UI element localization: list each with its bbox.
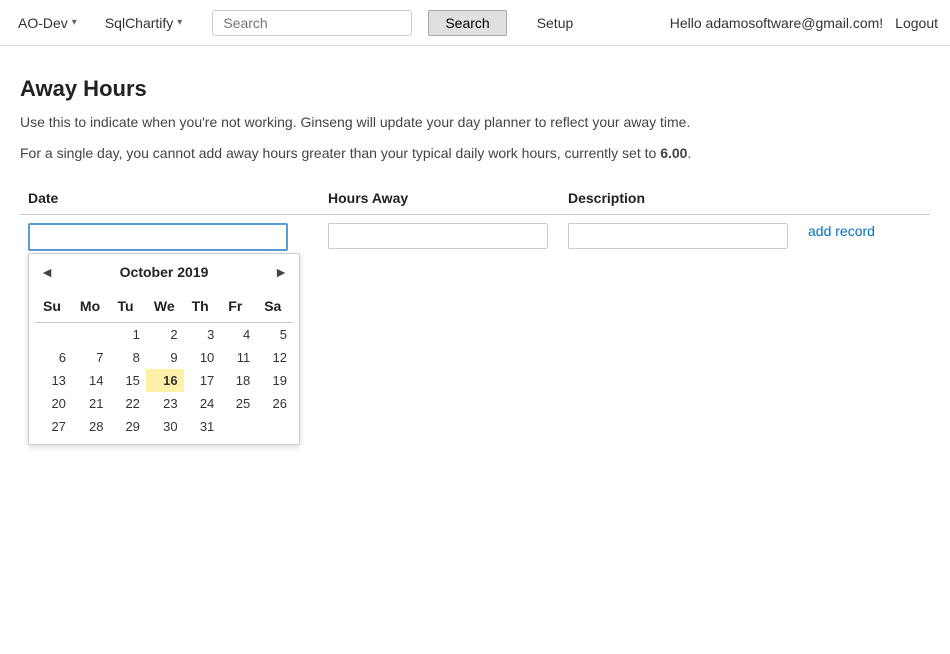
calendar-day-cell[interactable]: 14 <box>72 369 110 392</box>
col-header-desc: Description <box>560 184 800 215</box>
calendar-day-cell[interactable]: 31 <box>184 415 221 438</box>
calendar-day-header: Sa <box>256 292 293 323</box>
calendar-day-header: Mo <box>72 292 110 323</box>
calendar-day-cell[interactable]: 17 <box>184 369 221 392</box>
calendar-day-cell[interactable]: 21 <box>72 392 110 415</box>
calendar-day-cell[interactable]: 4 <box>220 323 256 347</box>
calendar-day-header: Th <box>184 292 221 323</box>
nav-brand-aodev-label: AO-Dev <box>18 15 68 31</box>
aodev-chevron-icon: ▾ <box>72 17 77 28</box>
calendar-day-header: Tu <box>109 292 145 323</box>
calendar-grid: SuMoTuWeThFrSa 1234567891011121314151617… <box>35 292 293 438</box>
calendar-day-cell[interactable]: 12 <box>256 346 293 369</box>
calendar-day-cell[interactable]: 30 <box>146 415 184 438</box>
calendar-day-header: Su <box>35 292 72 323</box>
calendar-days-header: SuMoTuWeThFrSa <box>35 292 293 323</box>
page-note-suffix: . <box>687 145 691 161</box>
calendar-week-row: 13141516171819 <box>35 369 293 392</box>
calendar-day-cell[interactable]: 15 <box>109 369 145 392</box>
calendar-day-cell[interactable]: 19 <box>256 369 293 392</box>
page-description: Use this to indicate when you're not wor… <box>20 112 930 133</box>
calendar-day-cell[interactable]: 5 <box>256 323 293 347</box>
nav-brand: AO-Dev ▾ SqlChartify ▾ Search Setup <box>12 10 579 36</box>
page-note-prefix: For a single day, you cannot add away ho… <box>20 145 660 161</box>
desc-cell <box>560 215 800 260</box>
calendar-month-year: October 2019 <box>120 264 209 280</box>
calendar-day-cell[interactable]: 10 <box>184 346 221 369</box>
col-header-action <box>800 184 930 215</box>
search-input[interactable] <box>212 10 412 36</box>
calendar-week-row: 12345 <box>35 323 293 347</box>
calendar-day-cell[interactable]: 7 <box>72 346 110 369</box>
calendar-day-cell[interactable]: 16 <box>146 369 184 392</box>
calendar-day-cell[interactable]: 9 <box>146 346 184 369</box>
calendar-day-cell[interactable]: 28 <box>72 415 110 438</box>
calendar-body: 1234567891011121314151617181920212223242… <box>35 323 293 439</box>
nav-brand-aodev[interactable]: AO-Dev ▾ <box>12 11 83 35</box>
calendar-day-cell[interactable]: 20 <box>35 392 72 415</box>
add-record-cell: add record <box>800 215 930 260</box>
nav-brand-sqlchartify[interactable]: SqlChartify ▾ <box>99 11 189 35</box>
calendar-day-header: We <box>146 292 184 323</box>
calendar-day-cell[interactable]: 3 <box>184 323 221 347</box>
calendar-prev-button[interactable]: ◄ <box>35 260 59 284</box>
col-header-date: Date <box>20 184 320 215</box>
page-note-value: 6.00 <box>660 145 687 161</box>
add-record-link[interactable]: add record <box>808 223 875 239</box>
calendar-week-row: 20212223242526 <box>35 392 293 415</box>
calendar-day-cell <box>220 415 256 438</box>
search-button[interactable]: Search <box>428 10 506 36</box>
date-field[interactable] <box>28 223 288 251</box>
calendar-header: ◄ October 2019 ► <box>35 260 293 284</box>
calendar-day-cell[interactable]: 25 <box>220 392 256 415</box>
calendar-week-row: 6789101112 <box>35 346 293 369</box>
calendar-day-header: Fr <box>220 292 256 323</box>
calendar-day-cell[interactable]: 29 <box>109 415 145 438</box>
navbar: AO-Dev ▾ SqlChartify ▾ Search Setup Hell… <box>0 0 950 46</box>
calendar-next-button[interactable]: ► <box>269 260 293 284</box>
page-note: For a single day, you cannot add away ho… <box>20 143 930 164</box>
calendar-day-cell[interactable]: 2 <box>146 323 184 347</box>
calendar-dropdown: ◄ October 2019 ► SuMoTuWeThFrSa 12345678… <box>28 253 300 445</box>
away-hours-table: Date Hours Away Description ◄ October 20… <box>20 184 930 259</box>
hours-cell <box>320 215 560 260</box>
calendar-day-cell <box>256 415 293 438</box>
calendar-day-cell[interactable]: 13 <box>35 369 72 392</box>
calendar-day-cell[interactable]: 26 <box>256 392 293 415</box>
col-header-hours: Hours Away <box>320 184 560 215</box>
calendar-week-row: 2728293031 <box>35 415 293 438</box>
sqlchartify-chevron-icon: ▾ <box>177 17 182 28</box>
nav-brand-sqlchartify-label: SqlChartify <box>105 15 173 31</box>
calendar-day-cell[interactable]: 24 <box>184 392 221 415</box>
calendar-day-cell[interactable]: 1 <box>109 323 145 347</box>
hours-field[interactable] <box>328 223 548 249</box>
calendar-day-cell[interactable]: 27 <box>35 415 72 438</box>
setup-link[interactable]: Setup <box>531 11 580 35</box>
calendar-day-cell <box>35 323 72 347</box>
user-greeting: Hello adamosoftware@gmail.com! <box>670 15 883 31</box>
calendar-day-cell[interactable]: 11 <box>220 346 256 369</box>
calendar-day-cell <box>72 323 110 347</box>
calendar-day-cell[interactable]: 8 <box>109 346 145 369</box>
date-cell: ◄ October 2019 ► SuMoTuWeThFrSa 12345678… <box>20 215 320 260</box>
page-title: Away Hours <box>20 76 930 102</box>
page-content: Away Hours Use this to indicate when you… <box>0 46 950 299</box>
calendar-day-cell[interactable]: 6 <box>35 346 72 369</box>
calendar-day-cell[interactable]: 18 <box>220 369 256 392</box>
calendar-day-cell[interactable]: 22 <box>109 392 145 415</box>
new-record-row: ◄ October 2019 ► SuMoTuWeThFrSa 12345678… <box>20 215 930 260</box>
logout-button[interactable]: Logout <box>895 15 938 31</box>
calendar-day-cell[interactable]: 23 <box>146 392 184 415</box>
date-wrapper: ◄ October 2019 ► SuMoTuWeThFrSa 12345678… <box>28 223 288 251</box>
description-field[interactable] <box>568 223 788 249</box>
